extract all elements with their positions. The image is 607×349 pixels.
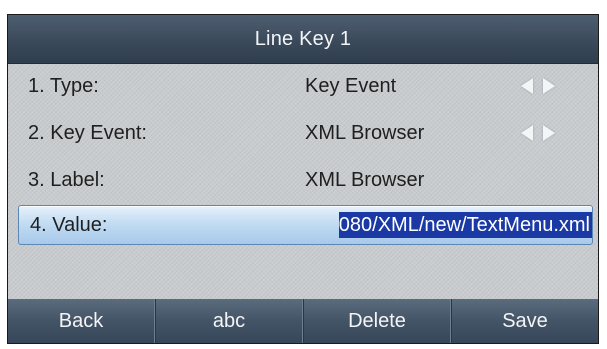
- title-bar: Line Key 1: [8, 15, 598, 64]
- page-title: Line Key 1: [254, 27, 352, 50]
- save-softkey[interactable]: Save: [451, 299, 598, 343]
- key-event-label: 2. Key Event:: [28, 121, 147, 144]
- key-event-arrows[interactable]: [521, 111, 581, 155]
- triangle-right-icon[interactable]: [543, 125, 555, 141]
- key-event-value: XML Browser: [305, 121, 425, 144]
- phone-display-frame: Line Key 1 1. Type: Key Event 2. Key Eve…: [0, 0, 607, 349]
- label-field-label: 3. Label:: [28, 168, 105, 191]
- value-input[interactable]: 080/XML/new/TextMenu.xml: [338, 212, 592, 238]
- triangle-right-icon[interactable]: [543, 78, 555, 94]
- softkey-bar: Back abc Delete Save: [8, 299, 598, 343]
- row-type[interactable]: 1. Type: Key Event: [8, 64, 598, 108]
- row-key-event[interactable]: 2. Key Event: XML Browser: [8, 111, 598, 155]
- triangle-left-icon[interactable]: [521, 125, 533, 141]
- row-value-selected[interactable]: 4. Value: 080/XML/new/TextMenu.xml: [18, 205, 593, 245]
- delete-softkey[interactable]: Delete: [303, 299, 451, 343]
- triangle-left-icon[interactable]: [521, 78, 533, 94]
- abc-softkey[interactable]: abc: [155, 299, 303, 343]
- phone-screen: Line Key 1 1. Type: Key Event 2. Key Eve…: [7, 14, 599, 344]
- type-label: 1. Type:: [28, 74, 99, 97]
- type-value: Key Event: [305, 74, 397, 97]
- row-label[interactable]: 3. Label: XML Browser: [8, 158, 598, 202]
- back-softkey[interactable]: Back: [8, 299, 155, 343]
- value-field-label: 4. Value:: [30, 213, 108, 236]
- type-arrows[interactable]: [521, 64, 581, 108]
- label-field-value[interactable]: XML Browser: [305, 169, 424, 192]
